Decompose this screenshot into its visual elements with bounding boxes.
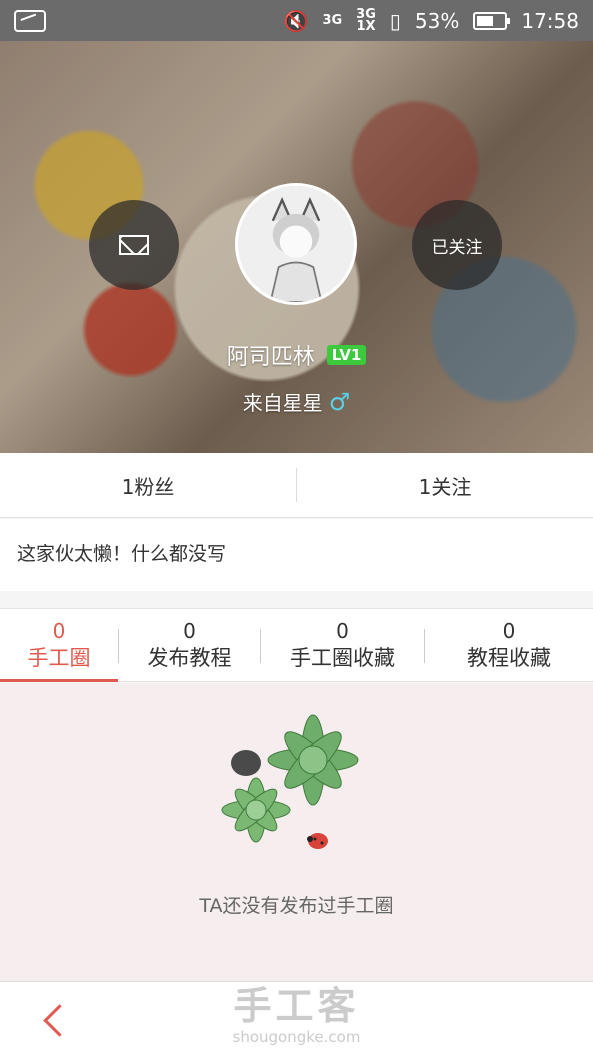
watermark-url: shougongke.com (232, 1028, 361, 1046)
follow-button-label: 已关注 (431, 237, 483, 258)
tab-published-tutorials[interactable]: 0 发布教程 (119, 609, 260, 681)
mute-icon: 🔇 (283, 8, 309, 33)
watermark: 手工客 shougongke.com (0, 984, 593, 1046)
level-badge: LV1 (326, 345, 367, 365)
tab-label: 教程收藏 (467, 646, 551, 670)
tab-label: 手工圈收藏 (290, 646, 395, 670)
message-button[interactable] (89, 200, 179, 290)
watermark-logo: 手工客 (233, 984, 360, 1028)
stats-bar: 1粉丝 1关注 (0, 453, 593, 518)
tab-label: 发布教程 (147, 646, 232, 670)
network-type: 3G (322, 12, 343, 28)
content-tabs: 0 手工圈 0 发布教程 0 手工圈收藏 0 教程收藏 (0, 608, 593, 682)
bottom-bar: 手工客 shougongke.com (0, 981, 593, 1054)
profile-header: 已关注 阿司匹林 LV1 来自星星 ♂ (0, 41, 593, 453)
tab-tutorial-favorites[interactable]: 0 教程收藏 (425, 609, 593, 681)
empty-state: TA还没有发布过手工圈 (0, 683, 593, 981)
succulent-illustration (221, 714, 359, 849)
tab-count: 0 (502, 619, 516, 643)
male-icon: ♂ (328, 387, 351, 416)
mail-icon (119, 235, 149, 255)
tab-label: 手工圈 (27, 646, 91, 670)
fans-count[interactable]: 1粉丝 (0, 471, 296, 500)
leaf-icon (14, 9, 46, 32)
battery-percent: 53% (414, 8, 460, 33)
tab-count: 0 (183, 619, 196, 643)
tab-count: 0 (52, 619, 66, 643)
signal-indicator: 3G 1X (356, 6, 376, 34)
tab-handcraft-circle[interactable]: 0 手工圈 (0, 609, 118, 682)
username: 阿司匹林 (226, 345, 315, 370)
battery-icon (473, 11, 511, 30)
empty-state-text: TA还没有发布过手工圈 (199, 895, 394, 917)
following-count[interactable]: 1关注 (297, 471, 593, 500)
clock: 17:58 (521, 8, 579, 33)
bio: 这家伙太懒！什么都没写 (0, 519, 593, 591)
tab-count: 0 (336, 619, 349, 643)
follow-button[interactable]: 已关注 (412, 200, 502, 290)
status-bar: 🔇 3G 3G 1X ▯ 53% 17:58 (0, 0, 593, 41)
avatar[interactable] (235, 183, 357, 305)
avatar-illustration (238, 186, 354, 302)
tab-circle-favorites[interactable]: 0 手工圈收藏 (261, 609, 424, 681)
sim-icon: ▯ (389, 8, 401, 33)
location: 来自星星 (242, 391, 323, 415)
